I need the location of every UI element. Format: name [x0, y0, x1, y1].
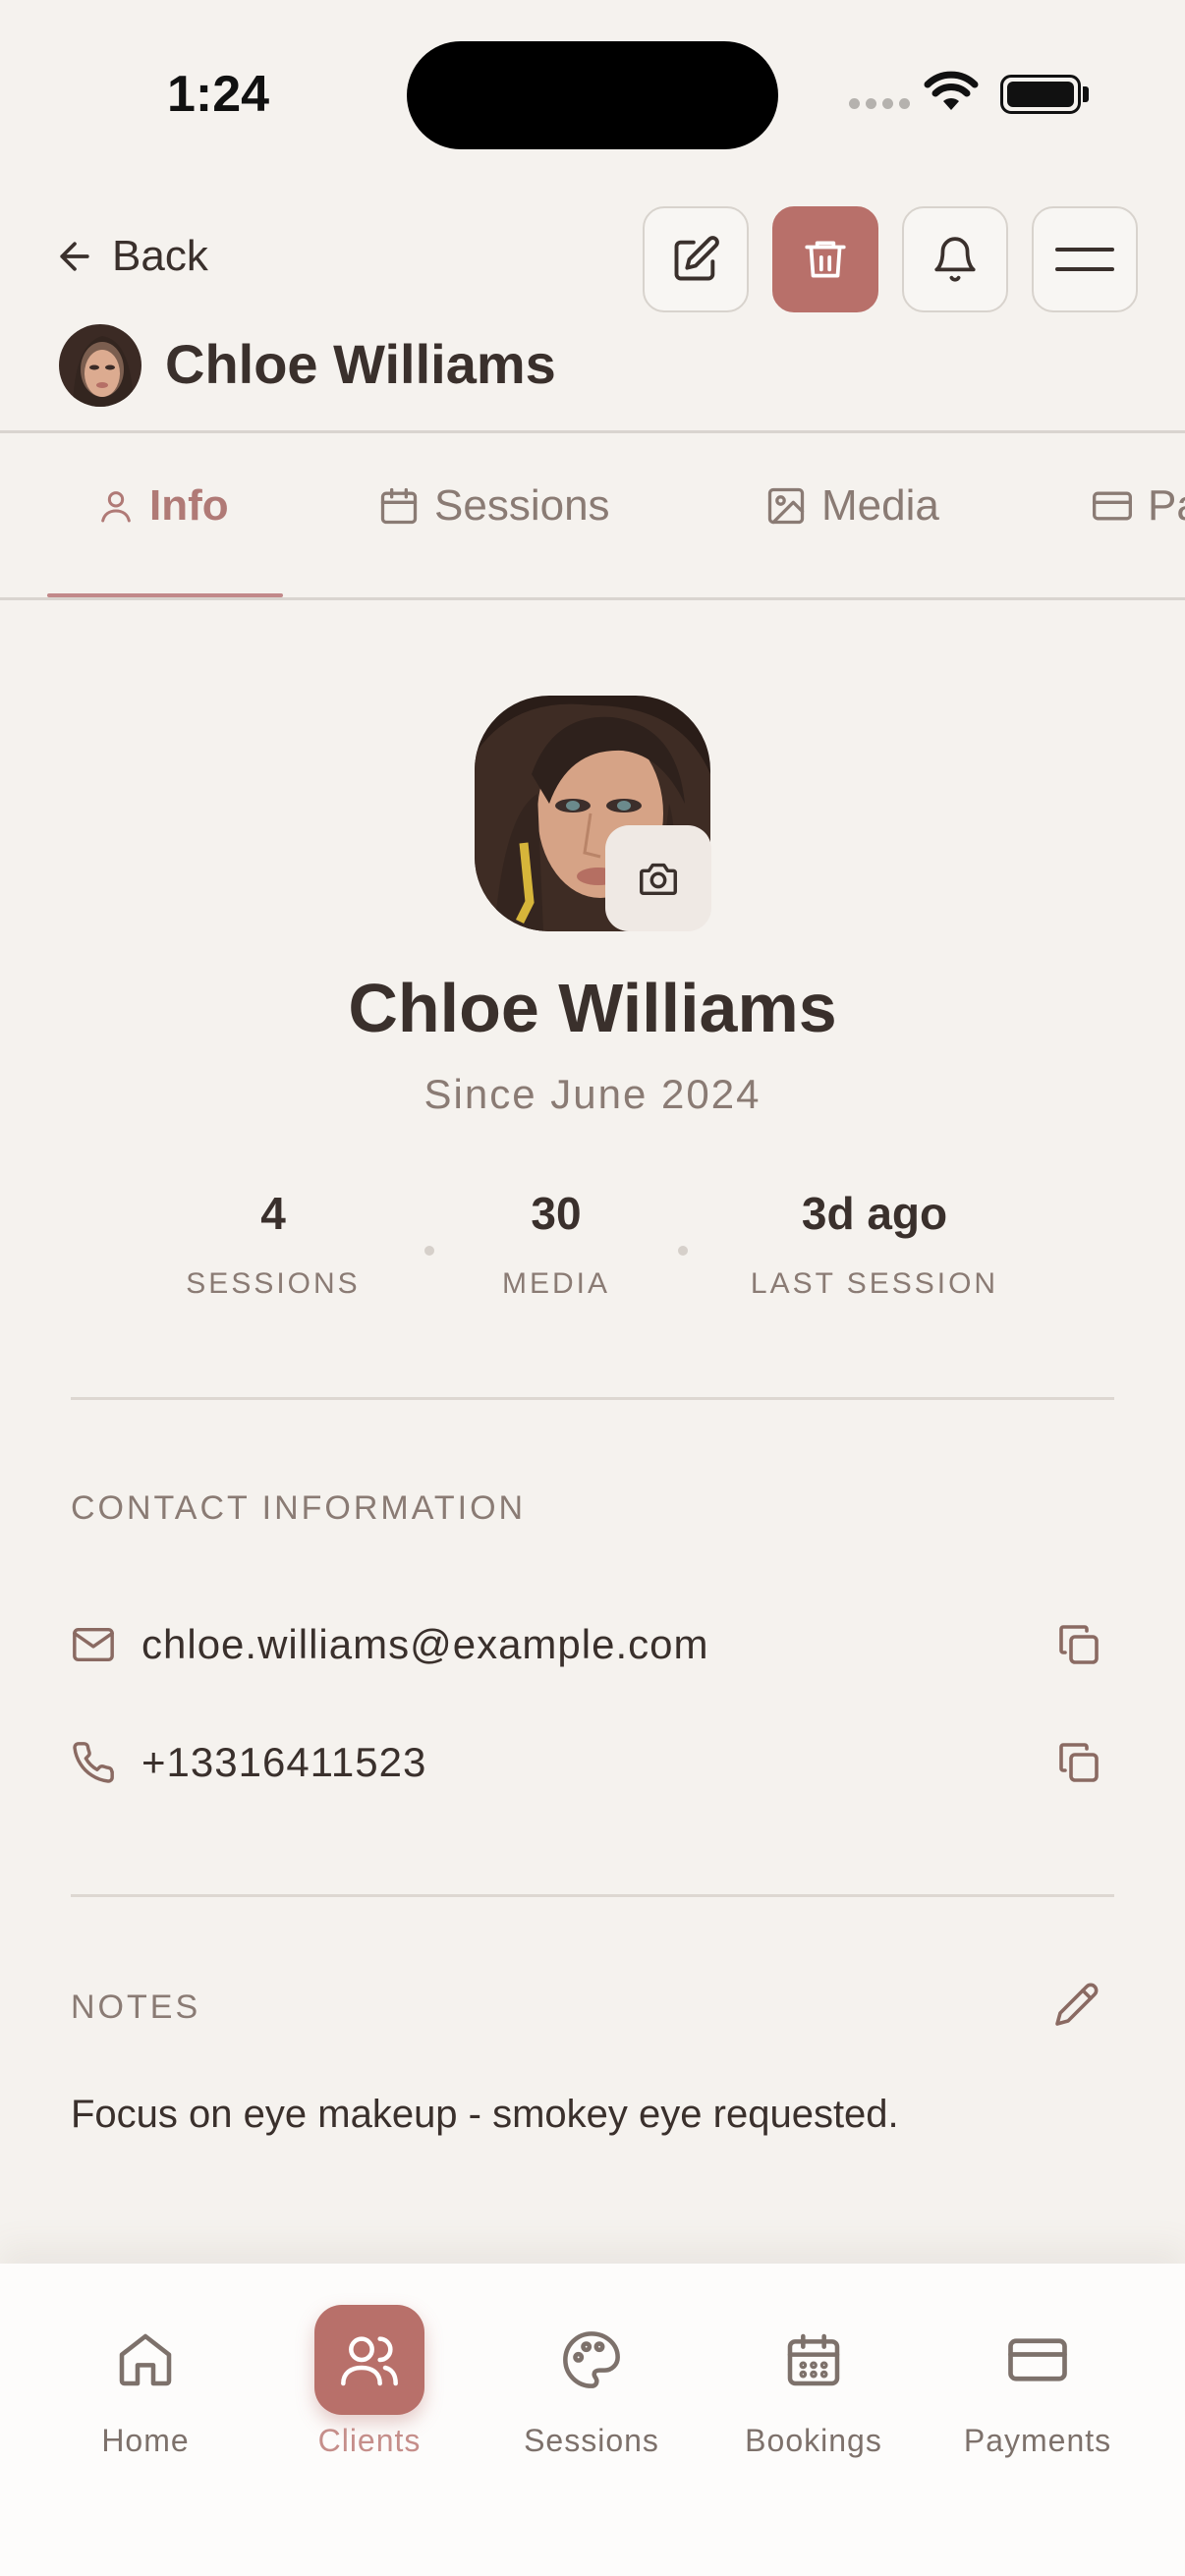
bell-icon: [934, 237, 976, 282]
tab-sessions[interactable]: Sessions: [377, 481, 610, 531]
client-avatar-small: [59, 324, 141, 407]
stat-separator: [424, 1246, 434, 1256]
camera-icon: [640, 863, 677, 896]
card-icon: [1093, 491, 1132, 521]
stat-last-session-value: 3d ago: [801, 1188, 948, 1239]
menu-button[interactable]: [1032, 206, 1138, 312]
battery-cap: [1083, 86, 1089, 102]
nav-home-label: Home: [101, 2423, 190, 2458]
stat-sessions-label: SESSIONS: [186, 1267, 361, 1300]
nav-payments[interactable]: Payments: [930, 2305, 1146, 2459]
calendar-icon: [380, 487, 418, 525]
copy-email-button[interactable]: [1055, 1621, 1102, 1668]
notifications-button[interactable]: [902, 206, 1008, 312]
wifi-icon: [924, 71, 979, 119]
palette-icon: [563, 2331, 620, 2388]
tab-media-label: Media: [821, 481, 939, 530]
phone-icon: [73, 1742, 114, 1783]
nav-sessions-label: Sessions: [524, 2423, 659, 2458]
stat-last-session-label: LAST SESSION: [750, 1267, 999, 1300]
stat-last-session: 3d ago LAST SESSION: [727, 1187, 1022, 1301]
stat-sessions-value: 4: [260, 1188, 286, 1239]
tab-info[interactable]: Info: [96, 481, 229, 531]
arrow-left-icon: [60, 242, 89, 271]
signal-icon: [849, 98, 910, 109]
stat-media: 30 MEDIA: [458, 1187, 654, 1301]
notes-section-title: NOTES: [71, 1988, 201, 2026]
change-photo-button[interactable]: [605, 825, 711, 931]
tab-media[interactable]: Media: [764, 481, 939, 531]
back-label: Back: [112, 232, 208, 280]
stat-separator: [678, 1246, 688, 1256]
nav-bookings[interactable]: Bookings: [705, 2305, 922, 2459]
tabs-divider: [0, 597, 1185, 600]
stat-media-value: 30: [531, 1188, 582, 1239]
trash-icon: [805, 241, 846, 278]
nav-payments-label: Payments: [963, 2423, 1112, 2458]
copy-icon: [1059, 1625, 1099, 1664]
tab-payments[interactable]: Pa: [1091, 481, 1185, 531]
client-since: Since June 2024: [423, 1071, 762, 1117]
nav-sessions[interactable]: Sessions: [483, 2305, 700, 2459]
phone-row: +13316411523: [71, 1739, 1114, 1786]
stat-sessions: 4 SESSIONS: [165, 1187, 381, 1301]
nav-clients[interactable]: Clients: [261, 2305, 478, 2459]
client-title: Chloe Williams: [165, 333, 556, 395]
phone-value: +13316411523: [141, 1739, 427, 1785]
tab-sessions-label: Sessions: [434, 481, 610, 530]
nav-home[interactable]: Home: [37, 2305, 254, 2459]
copy-phone-button[interactable]: [1055, 1739, 1102, 1786]
stat-media-label: MEDIA: [501, 1267, 610, 1300]
dynamic-island: [407, 41, 778, 149]
edit-notes-button[interactable]: [1053, 1981, 1100, 2033]
section-divider: [71, 1397, 1114, 1400]
tab-payments-label: Pa: [1148, 481, 1185, 530]
image-icon: [767, 487, 805, 525]
delete-button[interactable]: [772, 206, 878, 312]
copy-icon: [1059, 1743, 1099, 1782]
card-icon: [1008, 2338, 1067, 2381]
notes-text: Focus on eye makeup - smokey eye request…: [71, 2093, 899, 2136]
nav-bookings-label: Bookings: [745, 2423, 882, 2458]
status-time: 1:24: [167, 66, 270, 123]
header-divider: [0, 430, 1185, 433]
edit-icon: [674, 236, 719, 281]
mail-icon: [73, 1627, 114, 1662]
section-divider: [71, 1894, 1114, 1897]
edit-button[interactable]: [643, 206, 749, 312]
calendar-grid-icon: [787, 2333, 840, 2386]
menu-icon: [1055, 248, 1114, 271]
contact-section-title: CONTACT INFORMATION: [71, 1489, 527, 1527]
clients-icon: [341, 2336, 398, 2386]
pencil-icon: [1055, 1983, 1099, 2026]
home-icon: [119, 2333, 172, 2386]
back-button[interactable]: Back: [53, 232, 208, 281]
nav-clients-label: Clients: [317, 2423, 422, 2458]
tab-info-label: Info: [149, 481, 229, 530]
email-row: chloe.williams@example.com: [71, 1621, 1114, 1668]
profile-name: Chloe Williams: [348, 970, 837, 1046]
battery-icon: [1000, 75, 1081, 114]
email-value: chloe.williams@example.com: [141, 1621, 709, 1667]
user-icon: [101, 491, 131, 523]
